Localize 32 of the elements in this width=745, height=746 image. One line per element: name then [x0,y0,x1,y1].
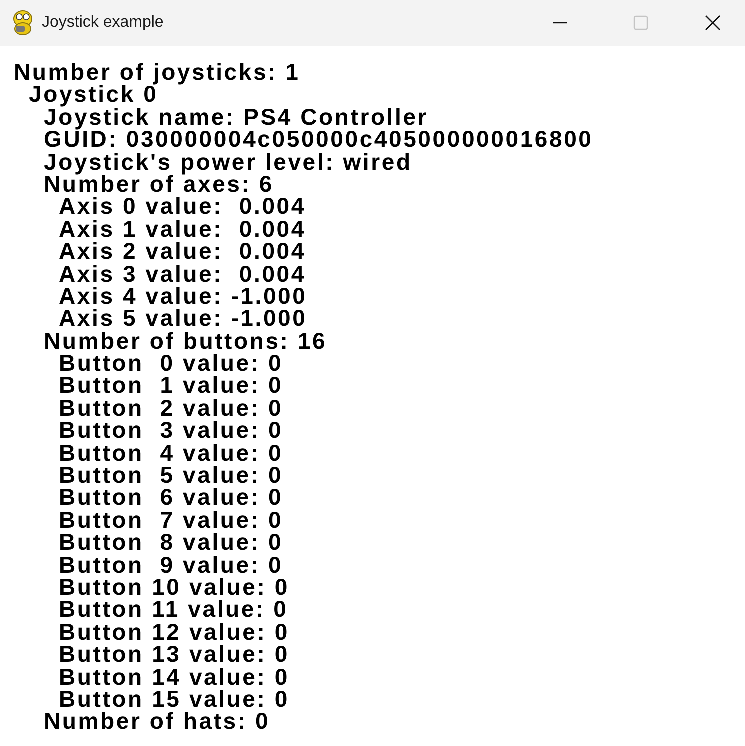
info-line: Button 9 value: 0 [59,554,284,576]
info-line: Button 7 value: 0 [59,508,284,532]
info-line: Button 3 value: 0 [59,419,284,442]
info-line: Button 12 value: 0 [59,620,290,644]
snake-icon [11,10,35,36]
maximize-icon [633,15,649,31]
info-line: Axis 3 value: 0.004 [59,262,306,285]
info-line: Button 14 value: 0 [59,666,290,688]
info-line: Button 2 value: 0 [59,396,284,420]
info-line: Button 15 value: 0 [59,688,290,710]
info-line: Number of joysticks: 1 [14,61,300,84]
info-line: Axis 4 value: -1.000 [59,284,308,308]
info-line: Button 8 value: 0 [59,531,284,554]
window-title: Joystick example [42,13,164,33]
info-line: Button 4 value: 0 [59,442,284,464]
info-line: Joystick's power level: wired [44,150,412,173]
info-line: Axis 0 value: 0.004 [59,195,306,218]
info-line: Button 11 value: 0 [59,598,288,621]
close-icon [705,15,721,31]
info-line: Axis 5 value: -1.000 [59,307,308,330]
info-line: Axis 2 value: 0.004 [59,240,306,263]
info-line: Joystick name: PS4 Controller [44,106,429,128]
info-line: Button 1 value: 0 [59,374,284,397]
info-line: Button 10 value: 0 [59,576,290,598]
info-line: Button 6 value: 0 [59,486,284,509]
info-line: Button 0 value: 0 [59,352,284,374]
info-line: Button 13 value: 0 [59,643,290,666]
info-line: Button 5 value: 0 [59,464,284,486]
minimize-icon [553,22,567,24]
info-line: Number of buttons: 16 [44,330,328,352]
info-line: Number of hats: 0 [44,710,270,733]
info-line: Axis 1 value: 0.004 [59,218,306,240]
